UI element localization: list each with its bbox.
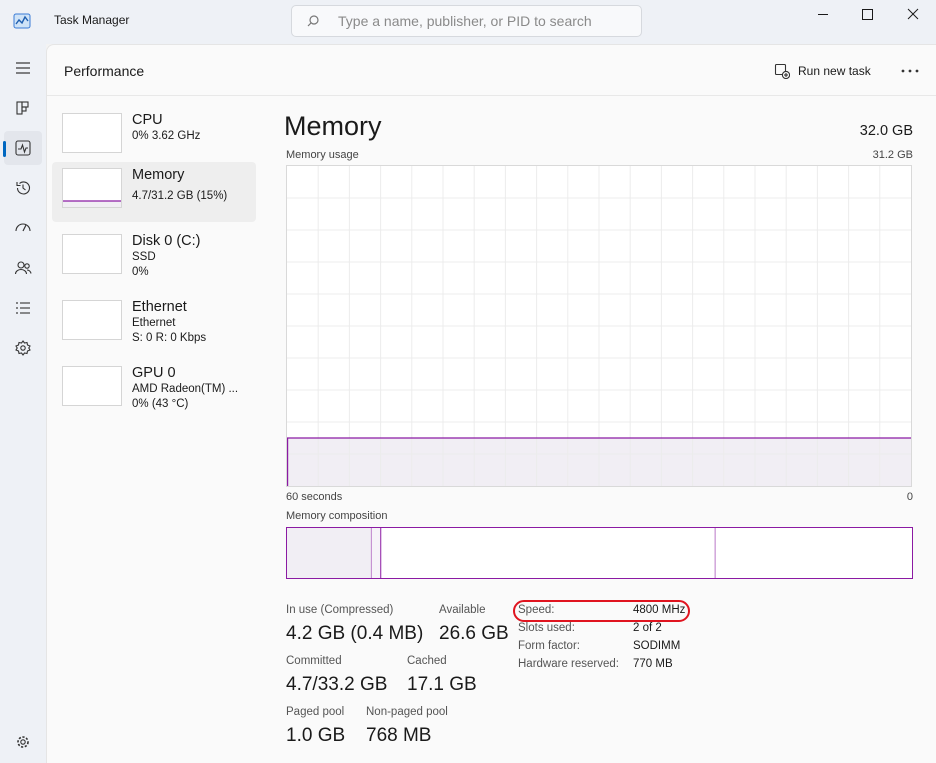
device-name: Memory: [132, 167, 185, 183]
device-disk[interactable]: Disk 0 (C:) SSD 0%: [52, 228, 256, 288]
memory-usage-graph: [286, 165, 912, 487]
more-options-icon: [901, 69, 919, 73]
device-detail: 0%: [132, 266, 149, 278]
device-name: Ethernet: [132, 299, 187, 315]
search-input[interactable]: [338, 11, 628, 31]
paged-pool-value: 1.0 GB: [286, 725, 346, 746]
close-icon: [907, 8, 919, 20]
run-new-task-icon: [774, 63, 790, 79]
device-name: CPU: [132, 112, 163, 128]
users-icon: [14, 261, 32, 275]
minimize-button[interactable]: [800, 0, 846, 30]
nav-performance[interactable]: [3, 131, 42, 165]
memory-usage-label: Memory usage: [286, 149, 359, 161]
in-use-segment[interactable]: [287, 528, 372, 578]
startup-apps-icon: [15, 223, 31, 232]
content-panel: Performance Run new task CPU 0% 3.62 GHz…: [46, 44, 936, 763]
maximize-icon: [862, 9, 873, 20]
memory-composition-bar: [286, 527, 913, 579]
modified-segment[interactable]: [371, 528, 381, 578]
device-detail: Ethernet: [132, 317, 176, 329]
disk-thumbnail-graph: [62, 234, 122, 274]
form-factor-label: Form factor:: [518, 640, 580, 652]
performance-icon: [15, 140, 31, 156]
in-use-label: In use (Compressed): [286, 604, 394, 616]
nav-app-history[interactable]: [4, 171, 42, 205]
memory-composition-chart: [287, 528, 716, 578]
nav-details[interactable]: [4, 291, 42, 325]
nav-startup-apps[interactable]: [4, 211, 42, 245]
device-ethernet[interactable]: Ethernet Ethernet S: 0 R: 0 Kbps: [52, 294, 256, 354]
cached-value: 17.1 GB: [407, 674, 477, 695]
more-options-button[interactable]: [898, 59, 922, 83]
committed-label: Committed: [286, 655, 342, 667]
device-detail: 0% 3.62 GHz: [132, 130, 201, 142]
nav-processes[interactable]: [4, 91, 42, 125]
settings-gear-icon: [17, 736, 29, 748]
nav-users[interactable]: [4, 251, 42, 285]
task-manager-icon: [13, 13, 31, 29]
nav-rail: [0, 44, 46, 763]
graph-time-left: 60 seconds: [286, 491, 343, 503]
device-detail: SSD: [132, 251, 156, 263]
committed-value: 4.7/33.2 GB: [286, 674, 388, 695]
run-new-task-label: Run new task: [798, 64, 871, 78]
minimize-icon: [818, 14, 828, 15]
hamburger-menu-button[interactable]: [4, 51, 42, 85]
close-button[interactable]: [890, 0, 936, 30]
memory-composition-label: Memory composition: [286, 510, 388, 522]
device-cpu[interactable]: CPU 0% 3.62 GHz: [52, 107, 256, 167]
available-label: Available: [439, 604, 486, 616]
graph-time-right: 0: [906, 491, 913, 503]
device-name: GPU 0: [132, 365, 176, 381]
device-detail: AMD Radeon(TM) ...: [132, 383, 239, 395]
hamburger-icon: [16, 62, 30, 74]
app-title: Task Manager: [54, 13, 130, 27]
device-detail: 0% (43 °C): [132, 398, 189, 410]
processes-icon: [16, 101, 29, 115]
search-icon: [307, 15, 319, 27]
device-name: Disk 0 (C:): [132, 233, 201, 249]
page-title: Performance: [64, 63, 145, 79]
memory-thumbnail-line: [63, 200, 121, 207]
memory-usage-chart: [287, 166, 911, 486]
memory-thumbnail-graph: [62, 168, 122, 208]
ethernet-thumbnail-graph: [62, 300, 122, 340]
paged-pool-label: Paged pool: [286, 706, 345, 718]
details-icon: [16, 302, 30, 314]
app-history-icon: [16, 181, 31, 195]
services-icon: [15, 340, 31, 356]
gpu-thumbnail-graph: [62, 366, 122, 406]
cpu-thumbnail-graph: [62, 113, 122, 153]
available-value: 26.6 GB: [439, 623, 509, 644]
slots-used-value: 2 of 2: [633, 622, 662, 634]
nav-settings[interactable]: [4, 725, 42, 759]
nav-services[interactable]: [4, 331, 42, 365]
in-use-value: 4.2 GB (0.4 MB): [286, 623, 424, 644]
memory-total: 32.0 GB: [859, 123, 913, 139]
hardware-reserved-value: 770 MB: [633, 658, 673, 670]
cached-label: Cached: [407, 655, 447, 667]
non-paged-pool-value: 768 MB: [366, 725, 432, 746]
maximize-button[interactable]: [845, 0, 891, 30]
device-detail: 4.7/31.2 GB (15%): [132, 190, 228, 202]
device-gpu[interactable]: GPU 0 AMD Radeon(TM) ... 0% (43 °C): [52, 360, 256, 420]
search-box[interactable]: [291, 5, 642, 37]
hardware-reserved-label: Hardware reserved:: [518, 658, 619, 670]
run-new-task-button[interactable]: Run new task: [774, 59, 871, 83]
memory-usage-max: 31.2 GB: [872, 149, 913, 161]
memory-heading: Memory: [284, 111, 382, 141]
device-detail: S: 0 R: 0 Kbps: [132, 332, 207, 344]
form-factor-value: SODIMM: [633, 640, 681, 652]
device-memory[interactable]: Memory 4.7/31.2 GB (15%): [52, 162, 256, 222]
speed-highlight-annotation: [513, 600, 690, 622]
title-bar: Task Manager: [0, 0, 936, 44]
non-paged-pool-label: Non-paged pool: [366, 706, 448, 718]
slots-used-label: Slots used:: [518, 622, 575, 634]
page-header: Performance Run new task: [47, 45, 936, 96]
